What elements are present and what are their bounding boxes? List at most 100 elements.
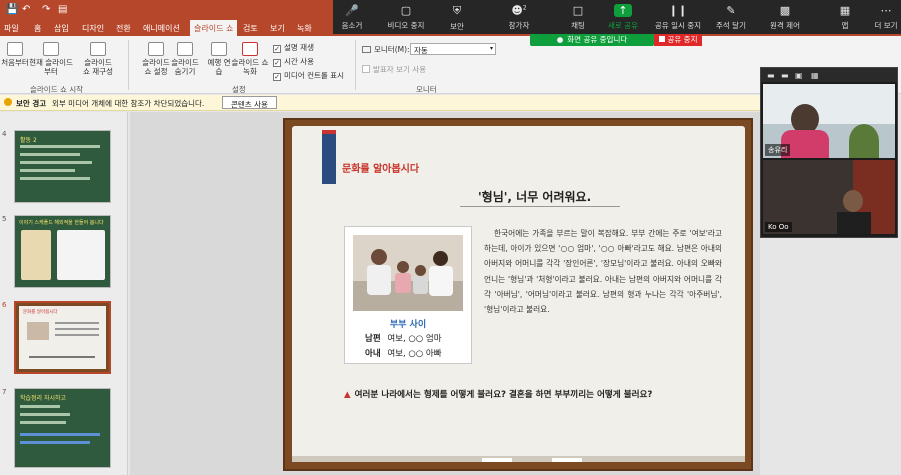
banner-title: 문화를 알아봅시다 bbox=[342, 164, 420, 175]
video-background bbox=[763, 84, 895, 124]
thumbnail-text-line bbox=[20, 177, 90, 180]
save-icon[interactable]: 💾 bbox=[6, 4, 18, 15]
slide-thumbnail-selected[interactable]: 문화를 알아봅시다 bbox=[14, 301, 111, 374]
thumbnail-card bbox=[57, 230, 105, 280]
thumbnail-text-line bbox=[20, 433, 100, 436]
checkbox-empty-icon bbox=[362, 65, 370, 73]
thumbnail-text-line bbox=[20, 421, 66, 424]
timings-checkbox[interactable]: ✓ 시간 사용 bbox=[273, 56, 314, 67]
speaker-view-icon[interactable]: ▬ bbox=[781, 71, 789, 80]
thumbnail-text-line bbox=[20, 405, 60, 408]
security-button[interactable]: ⛨ 보안 bbox=[443, 4, 471, 32]
minimize-icon[interactable]: ▬ bbox=[767, 71, 775, 80]
stop-share-button[interactable]: 공유 중지 bbox=[654, 34, 702, 46]
photo-person bbox=[433, 251, 448, 266]
video-tile[interactable]: Ko Oo bbox=[763, 160, 895, 234]
monitor-select[interactable]: 자동 ▾ bbox=[410, 43, 496, 55]
rehearse-button[interactable]: 예행 연습 bbox=[206, 42, 232, 76]
annotate-button[interactable]: ✎ 주석 달기 bbox=[711, 4, 751, 31]
chalk-tray bbox=[292, 456, 745, 462]
tab-home[interactable]: 홈 bbox=[34, 23, 41, 34]
new-share-button[interactable]: ↑ 새로 공유 bbox=[603, 4, 643, 31]
media-controls-checkbox[interactable]: ✓ 미디어 컨트롤 표시 bbox=[273, 70, 344, 81]
thumbnail-number: 7 bbox=[2, 388, 7, 396]
hide-slide-icon bbox=[177, 42, 193, 56]
participant-name: Ko Oo bbox=[765, 222, 792, 232]
photo-person bbox=[397, 261, 409, 273]
record-show-button[interactable]: 슬라이드 쇼 녹화 bbox=[230, 42, 270, 76]
presenter-view-checkbox[interactable]: 발표자 보기 사용 bbox=[362, 64, 426, 75]
term-row: 아내 여보, ○○ 아빠 bbox=[365, 349, 442, 359]
custom-show-icon bbox=[90, 42, 106, 56]
present-icon[interactable]: ▤ bbox=[58, 4, 67, 15]
hide-slide-button[interactable]: 슬라이드 숨기기 bbox=[168, 42, 202, 76]
slide-thumbnail-pane: 4 활동 2 5 이야기 스캐폴드 해외적을 한들어 봅니다 6 문화를 알아봅… bbox=[0, 112, 128, 475]
tab-review[interactable]: 검토 bbox=[243, 23, 258, 34]
play-current-icon bbox=[43, 42, 59, 56]
video-plant bbox=[849, 124, 879, 158]
photo-person bbox=[371, 249, 387, 265]
tab-transitions[interactable]: 전환 bbox=[116, 23, 131, 34]
apps-grid-icon: ▦ bbox=[839, 4, 851, 17]
photo-person bbox=[395, 273, 411, 293]
tab-animations[interactable]: 애니메이션 bbox=[143, 23, 180, 34]
undo-icon[interactable]: ↶ bbox=[22, 4, 30, 15]
enable-content-button[interactable]: 콘텐츠 사용 bbox=[222, 96, 277, 109]
security-warning-message: 외부 미디어 개체에 대한 참조가 차단되었습니다. bbox=[52, 99, 205, 108]
thumbnail-text-line bbox=[55, 322, 99, 324]
tab-view[interactable]: 보기 bbox=[270, 23, 285, 34]
play-from-start-icon bbox=[7, 42, 23, 56]
thumbnail-number: 4 bbox=[2, 130, 7, 138]
discussion-question: ▲ 여러분 나라에서는 형제를 어떻게 불러요? 결혼을 하면 부부끼리는 어떻게… bbox=[344, 390, 653, 400]
narration-checkbox[interactable]: ✓ 설명 재생 bbox=[273, 42, 314, 53]
chat-button[interactable]: □ 채팅 bbox=[565, 4, 591, 31]
family-photo bbox=[353, 235, 463, 311]
photo-person bbox=[413, 276, 428, 294]
pause-icon: ❙❙ bbox=[668, 4, 688, 17]
remote-control-icon: ▩ bbox=[779, 4, 791, 17]
thumbnail-text-line bbox=[55, 334, 99, 336]
strip-view-icon[interactable]: ▣ bbox=[795, 71, 803, 80]
slide-thumbnail[interactable]: 이야기 스캐폴드 해외적을 한들어 봅니다 bbox=[14, 215, 111, 288]
video-person-head bbox=[843, 190, 863, 212]
chevron-down-icon: ▾ bbox=[489, 45, 493, 52]
slide-heading: '형님', 너무 어려워요. bbox=[478, 190, 592, 204]
monitor-icon bbox=[362, 46, 371, 53]
remote-control-button[interactable]: ▩ 원격 제어 bbox=[763, 4, 807, 31]
warning-icon bbox=[4, 98, 12, 106]
tab-design[interactable]: 디자인 bbox=[82, 23, 104, 34]
slide-paragraph: 한국어에는 가족을 부르는 말이 복잡해요. 부부 간에는 주로 '여보'라고 … bbox=[484, 229, 722, 315]
apps-button[interactable]: ▦ 앱 bbox=[835, 4, 855, 31]
thumbnail-photo bbox=[27, 322, 49, 340]
video-tile[interactable]: 송유리 bbox=[763, 84, 895, 158]
pause-share-button[interactable]: ❙❙ 공유 일시 중지 bbox=[651, 4, 705, 31]
from-start-button[interactable]: 처음부터 bbox=[0, 42, 30, 67]
group-label-start: 슬라이드 쇼 시작 bbox=[30, 85, 84, 94]
photo-person bbox=[367, 265, 391, 295]
more-button[interactable]: ⋯ 더 보기 bbox=[871, 4, 901, 31]
checkbox-checked-icon: ✓ bbox=[273, 59, 281, 67]
record-icon bbox=[242, 42, 258, 56]
photo-caption: 부부 사이 bbox=[389, 320, 427, 330]
tab-recording[interactable]: 녹화 bbox=[297, 23, 312, 34]
custom-show-button[interactable]: 슬라이드 쇼 재구성 bbox=[80, 42, 116, 76]
sharing-status-badge: ● 화면 공유 중입니다 bbox=[530, 34, 654, 46]
mute-button[interactable]: 🎤 음소거 bbox=[337, 4, 367, 31]
participants-button[interactable]: ☻2 참가자 bbox=[503, 4, 535, 31]
tab-slideshow[interactable]: 슬라이드 쇼 bbox=[190, 20, 238, 36]
tab-file[interactable]: 파일 bbox=[4, 23, 19, 34]
ribbon-divider bbox=[128, 40, 129, 90]
slide-thumbnail[interactable]: 학습정리 자시하고 bbox=[14, 388, 111, 468]
tab-insert[interactable]: 삽입 bbox=[54, 23, 69, 34]
chalk-piece bbox=[482, 458, 512, 462]
shield-icon: ● bbox=[556, 35, 564, 44]
from-current-button[interactable]: 현재 슬라이드부터 bbox=[28, 42, 74, 76]
checkbox-checked-icon: ✓ bbox=[273, 73, 281, 81]
gallery-view-icon[interactable]: ▦ bbox=[811, 71, 819, 80]
stop-video-button[interactable]: ▢ 비디오 중지 bbox=[383, 4, 429, 31]
slide-thumbnail[interactable]: 활동 2 bbox=[14, 130, 111, 203]
clock-icon bbox=[211, 42, 227, 56]
redo-icon[interactable]: ↷ bbox=[42, 4, 50, 15]
microphone-icon: 🎤 bbox=[345, 4, 359, 17]
stop-icon bbox=[658, 36, 665, 42]
